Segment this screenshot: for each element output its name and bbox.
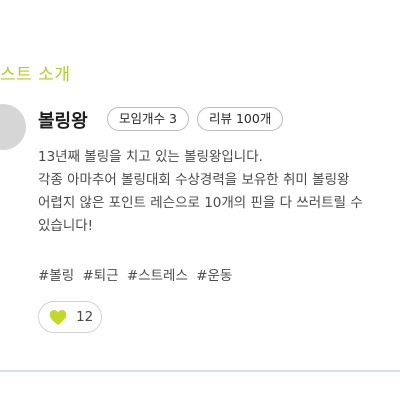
reviews-count-badge[interactable]: 리뷰 100개 xyxy=(197,107,284,131)
avatar[interactable] xyxy=(0,104,26,150)
description-line: 13년째 볼링을 치고 있는 볼링왕입니다. xyxy=(38,149,263,165)
like-count: 12 xyxy=(76,309,94,325)
tag-list: #볼링 #퇴근 #스트레스 #운동 xyxy=(38,264,236,284)
heart-icon xyxy=(49,310,67,325)
description-line: 각종 아마추어 볼링대회 수상경력을 보유한 취미 볼링왕 xyxy=(38,172,350,188)
like-button[interactable]: 12 xyxy=(38,301,102,333)
host-description: 13년째 볼링을 치고 있는 볼링왕입니다. 각종 아마추어 볼링대회 수상경력… xyxy=(38,146,400,238)
section-title: 스트 소개 xyxy=(0,65,71,85)
tag-exercise[interactable]: #운동 xyxy=(196,268,232,284)
host-name: 볼링왕 xyxy=(38,111,88,132)
tag-bowling[interactable]: #볼링 xyxy=(38,268,74,284)
section-divider xyxy=(0,370,400,372)
description-line: 있습니다! xyxy=(38,218,94,234)
description-line: 어렵지 않은 포인트 레슨으로 10개의 핀을 다 쓰러트릴 수 xyxy=(38,195,363,211)
tag-stress[interactable]: #스트레스 xyxy=(127,268,188,284)
tag-after-work[interactable]: #퇴근 xyxy=(82,268,118,284)
host-card: 볼링왕 모임개수 3 리뷰 100개 13년째 볼링을 치고 있는 볼링왕입니다… xyxy=(0,98,400,370)
meetings-count-badge[interactable]: 모임개수 3 xyxy=(107,107,189,131)
host-intro-page: 스트 소개 볼링왕 모임개수 3 리뷰 100개 13년째 볼링을 치고 있는 … xyxy=(0,0,400,400)
